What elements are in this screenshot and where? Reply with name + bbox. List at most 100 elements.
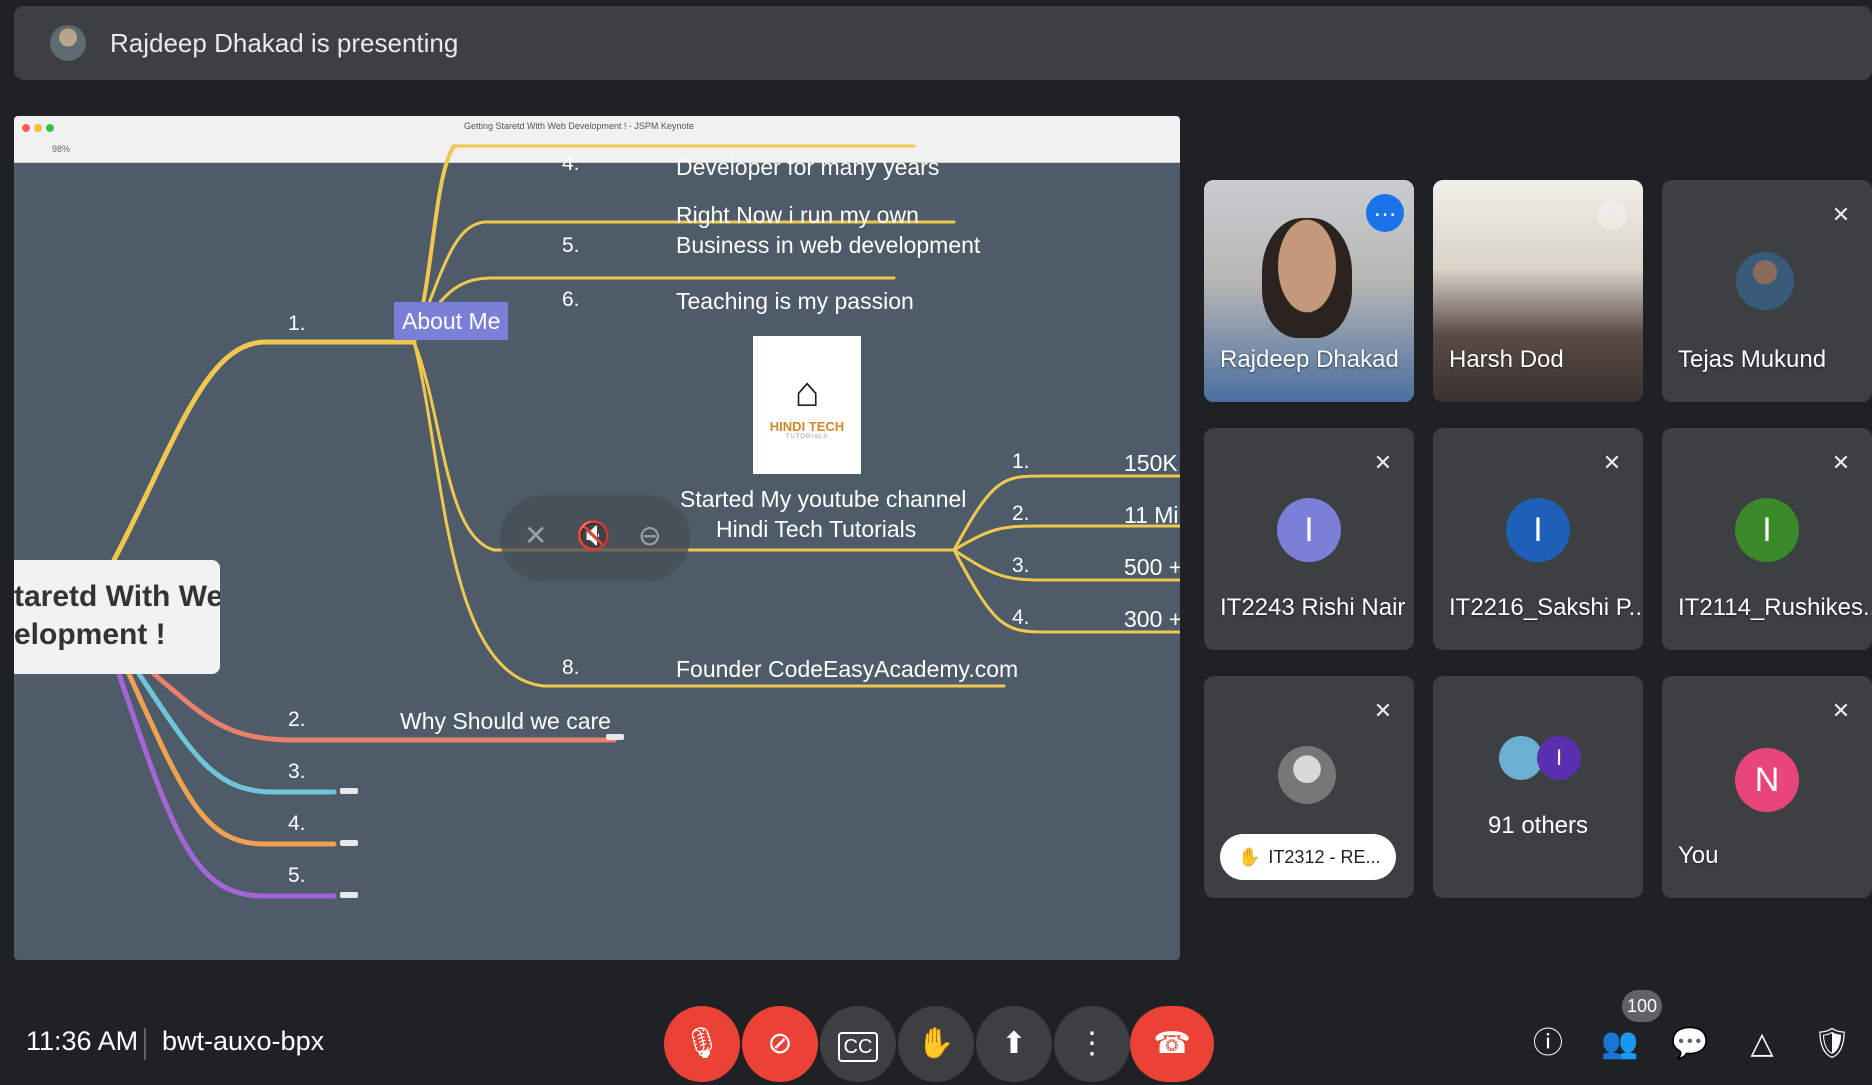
participant-name: Rajdeep Dhakad [1220, 346, 1399, 373]
branch-num-5: 5. [288, 864, 306, 887]
mic-toggle-button[interactable]: 🎙 [664, 1006, 740, 1082]
chat-icon: 💬 [1671, 1027, 1709, 1060]
participant-avatar: I [1277, 498, 1341, 562]
divider [144, 1028, 146, 1060]
stat-value-4: 300 + [1124, 606, 1180, 632]
collapse-dots-icon[interactable] [340, 840, 358, 846]
about-me-node[interactable]: About Me [394, 302, 509, 340]
presenting-text: Rajdeep Dhakad is presenting [110, 27, 459, 58]
chat-button[interactable]: 💬 [1668, 1022, 1712, 1066]
logo-text: HINDI TECH [769, 418, 845, 434]
present-button[interactable]: ⬆ [976, 1006, 1052, 1082]
tile-it2312[interactable]: ✕ ✋ IT2312 - RE... [1204, 676, 1414, 898]
activities-icon: △ [1750, 1027, 1774, 1060]
presenter-avatar [50, 25, 86, 61]
camera-off-icon: ⊘ [767, 1027, 793, 1060]
node-developer: Developer for many years [676, 154, 940, 180]
shield-lock-icon: 🛡 [1812, 1027, 1852, 1060]
tile-tejas[interactable]: ✕ Tejas Mukund [1662, 180, 1872, 402]
minus-circle-icon[interactable]: ⊖ [638, 519, 661, 552]
participant-name: IT2312 - RE... [1268, 847, 1381, 867]
tile-others[interactable]: I 91 others [1433, 676, 1643, 898]
mic-off-icon: ✕ [1831, 450, 1851, 475]
stat-value-3: 500 + [1124, 554, 1180, 580]
tile-you[interactable]: ✕ N You [1662, 676, 1872, 898]
participant-name: IT2216_Sakshi P... [1449, 594, 1643, 621]
node-num-8: 8. [562, 656, 580, 679]
pin-off-icon[interactable]: ✕ [524, 519, 547, 552]
camera-toggle-button[interactable]: ⊘ [742, 1006, 818, 1082]
hand-icon: ✋ [1238, 847, 1261, 867]
collapse-dots-icon[interactable] [340, 892, 358, 898]
present-icon: ⬆ [1001, 1027, 1027, 1060]
node-num-1: 1. [288, 312, 306, 335]
node-business-line2: Business in web development [676, 232, 981, 258]
node-founder: Founder CodeEasyAcademy.com [676, 656, 1019, 682]
stat-num-4: 4. [1012, 606, 1030, 629]
more-options-button[interactable]: ⋮ [1054, 1006, 1130, 1082]
meeting-info-button[interactable]: ⓘ [1526, 1022, 1570, 1066]
branch-1-line [111, 339, 417, 563]
clock: 11:36 AM [26, 1026, 139, 1056]
more-vert-icon: ⋮ [1077, 1027, 1107, 1060]
node-teaching: Teaching is my passion [676, 288, 914, 314]
participant-name: Tejas Mukund [1678, 346, 1827, 373]
stat-value-2: 11 Mil [1124, 502, 1180, 528]
mic-off-icon: ✕ [1597, 200, 1627, 230]
node-num-5: 5. [562, 234, 580, 257]
mic-off-icon: ✕ [1831, 202, 1851, 227]
participant-name: Harsh Dod [1449, 346, 1564, 373]
presenter-overlay-controls[interactable]: ✕ 🔇 ⊖ [500, 495, 690, 581]
stat-num-3: 3. [1012, 554, 1030, 577]
node-num-4: 4. [562, 152, 580, 175]
others-avatar-2: I [1537, 736, 1581, 780]
branch-num-2: 2. [288, 708, 306, 731]
node-business-line1: Right Now i run my own [676, 202, 919, 228]
more-options-icon[interactable]: … [1366, 194, 1404, 232]
captions-button[interactable]: CC [820, 1006, 896, 1082]
participant-name: IT2114_Rushikes... [1678, 594, 1872, 621]
collapse-dots-icon[interactable] [340, 788, 358, 794]
participant-photo [1736, 252, 1794, 310]
root-node[interactable]: taretd With Web elopment ! [14, 560, 220, 674]
participant-name-chip: ✋ IT2312 - RE... [1220, 834, 1396, 880]
mic-off-icon: 🎙 [682, 1027, 722, 1060]
activities-button[interactable]: △ [1740, 1022, 1784, 1066]
participant-photo [1278, 746, 1336, 804]
tile-sakshi[interactable]: ✕ I IT2216_Sakshi P... [1433, 428, 1643, 650]
tile-rishi[interactable]: ✕ I IT2243 Rishi Nair [1204, 428, 1414, 650]
tile-rajdeep[interactable]: … Rajdeep Dhakad [1204, 180, 1414, 402]
participant-count-badge: 100 [1622, 990, 1662, 1022]
host-controls-button[interactable]: 🛡 [1810, 1022, 1854, 1066]
info-icon: ⓘ [1533, 1027, 1563, 1060]
branch-num-4: 4. [288, 812, 306, 835]
participant-avatar: N [1735, 748, 1799, 812]
shared-screen: Getting Staretd With Web Development ! -… [14, 116, 1180, 960]
presenting-banner: Rajdeep Dhakad is presenting [14, 6, 1872, 80]
raise-hand-button[interactable]: ✋ [898, 1006, 974, 1082]
phone-end-icon: ☎ [1153, 1027, 1191, 1060]
mic-off-icon: ✕ [1373, 450, 1393, 475]
leave-call-button[interactable]: ☎ [1130, 1006, 1214, 1082]
root-node-line1: taretd With Web [14, 580, 220, 613]
tile-rushikes[interactable]: ✕ I IT2114_Rushikes... [1662, 428, 1872, 650]
mic-off-icon: ✕ [1373, 698, 1393, 723]
branch-num-3: 3. [288, 760, 306, 783]
stat-num-1: 1. [1012, 450, 1030, 473]
participant-name: You [1678, 842, 1719, 869]
logo-subtext: TUTORIALS [785, 433, 829, 440]
tile-harsh[interactable]: ✕ Harsh Dod [1433, 180, 1643, 402]
stat-2-line [952, 524, 1180, 552]
mic-off-icon: ✕ [1831, 698, 1851, 723]
mic-off-icon: ✕ [1602, 450, 1622, 475]
people-button[interactable]: 👥 [1598, 1022, 1642, 1066]
mute-speaker-icon[interactable]: 🔇 [576, 519, 611, 552]
participant-avatar: I [1735, 498, 1799, 562]
hindi-tech-logo: ⌂ HINDI TECH TUTORIALS [753, 336, 861, 474]
branch-why-care: Why Should we care [400, 708, 611, 734]
node-youtube-line2: Hindi Tech Tutorials [716, 516, 917, 542]
participant-avatar: I [1506, 498, 1570, 562]
participant-face [1262, 218, 1352, 338]
logo-mark-icon: ⌂ [794, 367, 820, 415]
branch-8-line [412, 340, 1006, 688]
